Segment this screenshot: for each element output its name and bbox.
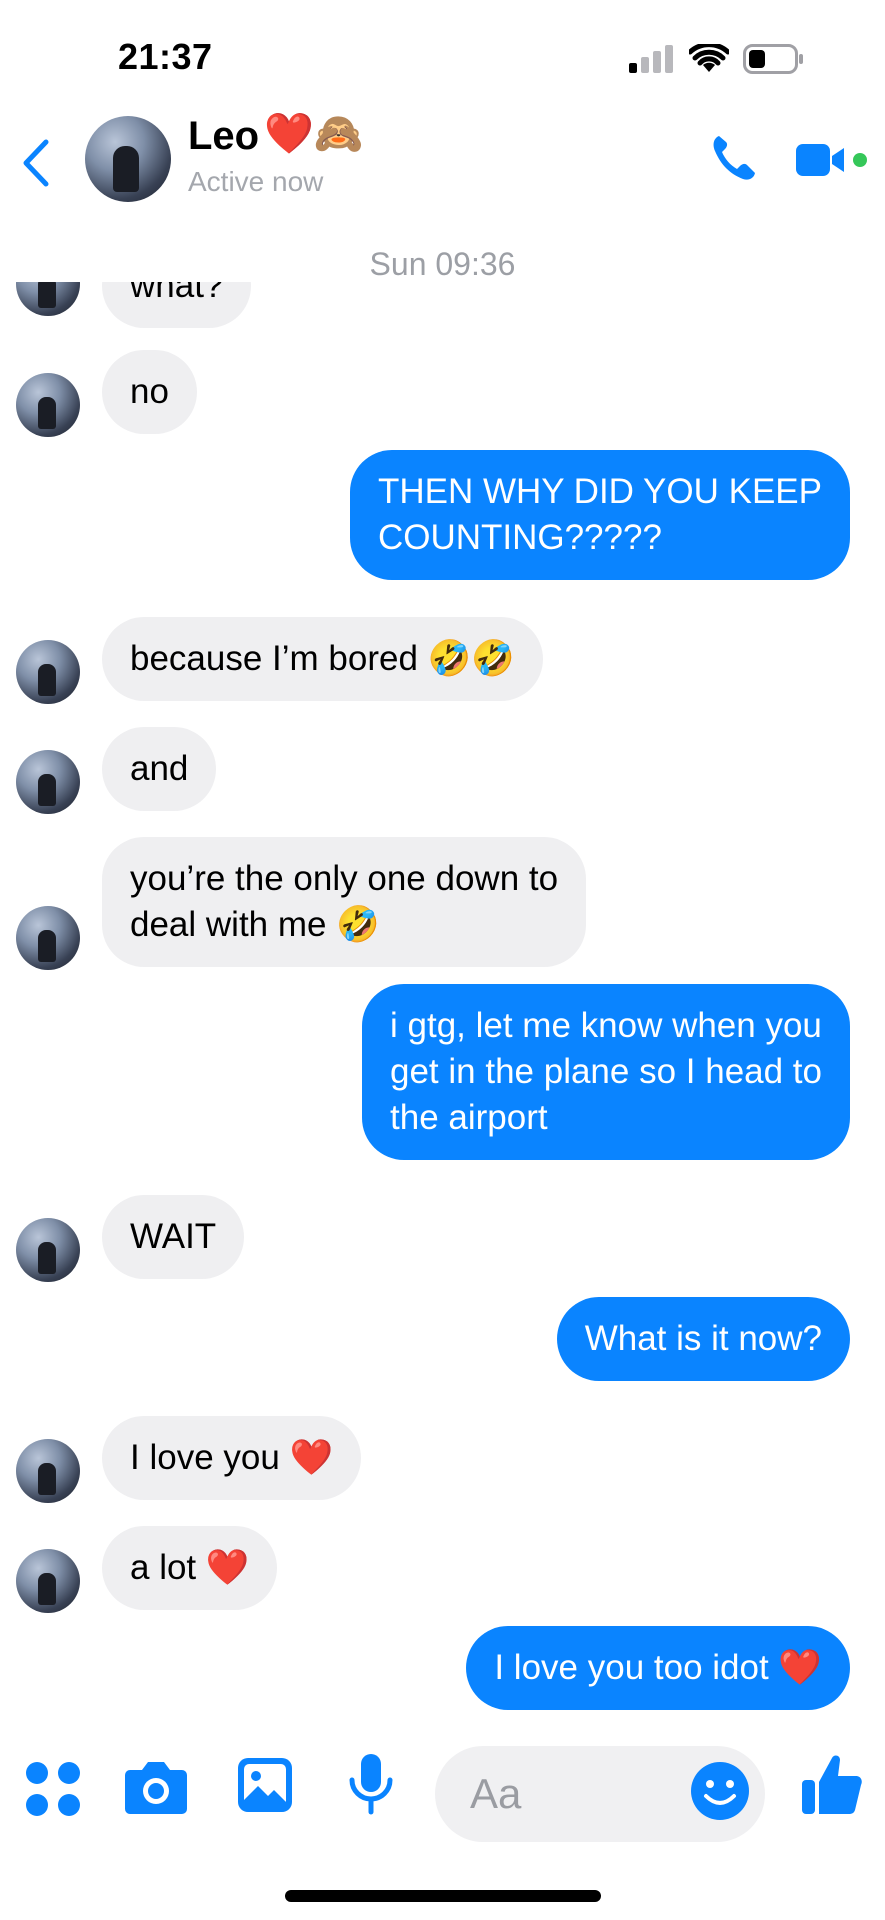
incoming-message[interactable]: WAIT: [102, 1195, 245, 1279]
outgoing-message[interactable]: THEN WHY DID YOU KEEP COUNTING?????: [349, 450, 850, 580]
status-bar: 21:37: [0, 0, 885, 110]
phone-icon[interactable]: [710, 132, 756, 182]
camera-icon[interactable]: [124, 1756, 188, 1816]
sender-avatar[interactable]: [16, 282, 80, 316]
sender-avatar[interactable]: [16, 640, 80, 704]
home-indicator[interactable]: [285, 1890, 601, 1902]
incoming-message[interactable]: I love you ❤️: [102, 1416, 362, 1500]
wifi-icon: [689, 44, 729, 72]
outgoing-message[interactable]: i gtg, let me know when you get in the p…: [362, 984, 850, 1160]
outgoing-message[interactable]: I love you too idot ❤️: [466, 1626, 850, 1710]
cellular-signal-icon: [629, 45, 673, 73]
sender-avatar[interactable]: [16, 1549, 80, 1613]
incoming-message[interactable]: and: [102, 727, 217, 811]
active-status: Active now: [188, 166, 324, 197]
grid-menu-icon[interactable]: [24, 1760, 82, 1818]
chevron-left-icon[interactable]: [16, 136, 56, 190]
sender-avatar[interactable]: [16, 1218, 80, 1282]
sender-avatar[interactable]: [16, 750, 80, 814]
contact-name[interactable]: Leo: [188, 114, 259, 159]
message-input[interactable]: Aa: [435, 1746, 765, 1842]
sender-avatar[interactable]: [16, 1439, 80, 1503]
contact-avatar[interactable]: [85, 116, 171, 202]
status-time: 21:37: [118, 36, 213, 77]
battery-icon: [743, 44, 803, 74]
gallery-icon[interactable]: [236, 1756, 294, 1814]
name-emojis: ❤️🙈: [264, 112, 364, 156]
video-camera-icon[interactable]: [796, 140, 870, 180]
outgoing-message[interactable]: What is it now?: [556, 1297, 850, 1381]
message-placeholder: Aa: [470, 1770, 522, 1817]
active-dot: [853, 153, 867, 167]
incoming-message[interactable]: a lot ❤️: [102, 1526, 278, 1610]
incoming-message[interactable]: what?: [102, 282, 252, 328]
incoming-message[interactable]: you’re the only one down to deal with me…: [102, 837, 587, 967]
sender-avatar[interactable]: [16, 906, 80, 970]
status-icons: [629, 42, 805, 76]
thumbs-up-icon[interactable]: [800, 1752, 864, 1818]
sender-avatar[interactable]: [16, 373, 80, 437]
microphone-icon[interactable]: [346, 1752, 396, 1818]
incoming-message[interactable]: no: [102, 350, 197, 434]
conversation-timestamp: Sun 09:36: [369, 246, 516, 282]
smiley-icon[interactable]: [689, 1760, 751, 1822]
incoming-message[interactable]: because I’m bored 🤣🤣: [102, 617, 543, 701]
message-composer: Aa: [0, 1736, 885, 1846]
clipped-message-row: what?: [0, 282, 885, 332]
chat-header: Leo ❤️🙈 Active now: [0, 110, 885, 220]
